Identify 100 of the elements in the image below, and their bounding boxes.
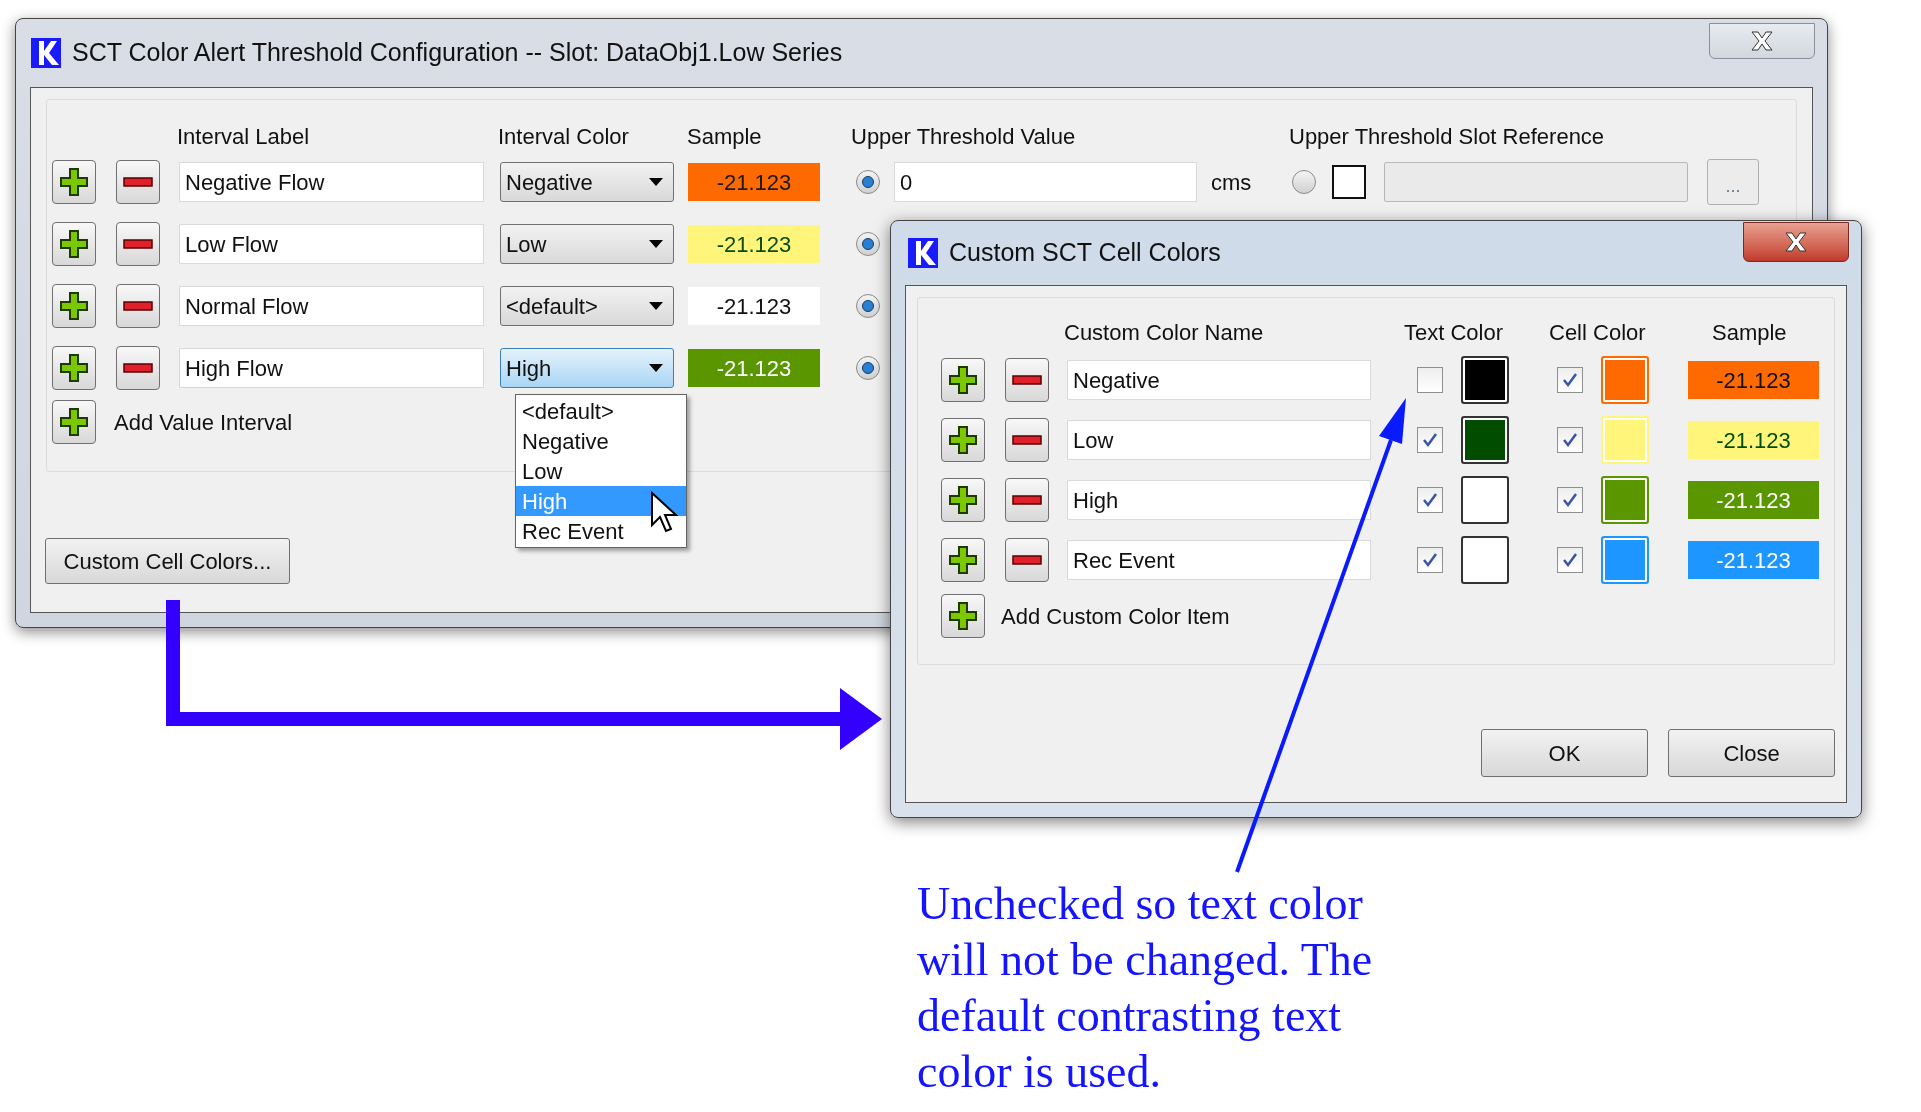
dropdown-option[interactable]: Rec Event bbox=[516, 516, 686, 546]
check-icon bbox=[1561, 551, 1579, 569]
check-icon bbox=[1561, 491, 1579, 509]
dropdown[interactable]: Low bbox=[500, 224, 674, 264]
checkbox[interactable] bbox=[1332, 165, 1366, 199]
slot-field[interactable] bbox=[1384, 162, 1688, 202]
checkbox[interactable] bbox=[1417, 487, 1443, 513]
check-icon bbox=[1421, 431, 1439, 449]
column-header: Sample bbox=[1712, 318, 1788, 347]
text-field[interactable]: Negative bbox=[1067, 360, 1371, 400]
add-button[interactable] bbox=[941, 478, 985, 522]
dropdown[interactable]: Negative bbox=[500, 162, 674, 202]
color-swatch[interactable] bbox=[1461, 476, 1509, 524]
color-swatch[interactable] bbox=[1461, 416, 1509, 464]
browse-button[interactable]: ... bbox=[1707, 159, 1759, 205]
text-field[interactable]: Low bbox=[1067, 420, 1371, 460]
remove-button[interactable] bbox=[116, 346, 160, 390]
color-swatch[interactable] bbox=[1461, 536, 1509, 584]
checkbox[interactable] bbox=[1557, 487, 1583, 513]
remove-button[interactable] bbox=[116, 222, 160, 266]
add-button[interactable] bbox=[52, 160, 96, 204]
custom-cell-colors-button[interactable]: Custom Cell Colors... bbox=[45, 538, 290, 584]
add-item-label: Add Custom Color Item bbox=[1001, 602, 1230, 631]
plus-icon bbox=[59, 167, 89, 197]
color-swatch[interactable] bbox=[1601, 476, 1649, 524]
check-icon bbox=[1421, 491, 1439, 509]
dialog-button[interactable]: Close bbox=[1668, 729, 1835, 777]
radio-button[interactable] bbox=[1292, 170, 1316, 194]
cursor-icon bbox=[650, 491, 678, 535]
dropdown[interactable]: High bbox=[500, 348, 674, 388]
text-field[interactable]: 0 bbox=[894, 162, 1197, 202]
column-header: Interval Color bbox=[498, 122, 630, 151]
dropdown-option[interactable]: Low bbox=[516, 456, 686, 486]
plus-icon bbox=[59, 229, 89, 259]
minus-icon bbox=[1012, 555, 1042, 565]
radio-button[interactable] bbox=[856, 232, 880, 256]
add-button[interactable] bbox=[941, 594, 985, 638]
minus-icon bbox=[123, 177, 153, 187]
remove-button[interactable] bbox=[1005, 538, 1049, 582]
check-icon bbox=[1561, 431, 1579, 449]
color-swatch[interactable] bbox=[1601, 356, 1649, 404]
dropdown[interactable]: <default> bbox=[500, 286, 674, 326]
checkbox[interactable] bbox=[1557, 427, 1583, 453]
close-button[interactable] bbox=[1743, 222, 1849, 262]
checkbox[interactable] bbox=[1557, 547, 1583, 573]
add-button[interactable] bbox=[52, 400, 96, 444]
add-button[interactable] bbox=[52, 346, 96, 390]
caret-icon bbox=[649, 178, 663, 186]
checkbox[interactable] bbox=[1557, 367, 1583, 393]
app-logo-icon bbox=[907, 237, 939, 269]
column-header: Cell Color bbox=[1549, 318, 1647, 347]
remove-button[interactable] bbox=[116, 284, 160, 328]
dropdown-option[interactable]: <default> bbox=[516, 396, 686, 426]
plus-icon bbox=[59, 291, 89, 321]
check-icon bbox=[1421, 551, 1439, 569]
sample-text: -21.123 bbox=[716, 354, 792, 383]
plus-icon bbox=[948, 365, 978, 395]
column-header: Sample bbox=[687, 122, 763, 151]
radio-button[interactable] bbox=[856, 356, 880, 380]
checkbox[interactable] bbox=[1417, 367, 1443, 393]
annotation-text: Unchecked so text color will not be changed. The default contrasting text color is used. bbox=[917, 877, 1373, 1099]
dropdown-option[interactable]: Negative bbox=[516, 426, 686, 456]
sample-cell: -21.123 bbox=[1688, 541, 1819, 579]
app-logo-icon bbox=[30, 37, 62, 69]
text-field[interactable]: High Flow bbox=[179, 348, 484, 388]
check-icon bbox=[1561, 371, 1579, 389]
checkbox[interactable] bbox=[1417, 427, 1443, 453]
minus-icon bbox=[1012, 375, 1042, 385]
sample-cell: -21.123 bbox=[1688, 421, 1819, 459]
window-title: Custom SCT Cell Colors bbox=[949, 237, 1221, 269]
window-title: SCT Color Alert Threshold Configuration -- Slot: DataObj1.Low Series bbox=[72, 37, 843, 69]
add-button[interactable] bbox=[941, 418, 985, 462]
sample-cell: -21.123 bbox=[1688, 361, 1819, 399]
add-button[interactable] bbox=[52, 222, 96, 266]
column-header: Custom Color Name bbox=[1064, 318, 1265, 347]
add-button[interactable] bbox=[52, 284, 96, 328]
checkbox[interactable] bbox=[1417, 547, 1443, 573]
sample-text: -21.123 bbox=[716, 230, 792, 259]
color-swatch[interactable] bbox=[1601, 536, 1649, 584]
close-icon bbox=[1749, 30, 1775, 52]
minus-icon bbox=[123, 239, 153, 249]
dialog-button[interactable]: OK bbox=[1481, 729, 1648, 777]
text-field[interactable]: Negative Flow bbox=[179, 162, 484, 202]
remove-button[interactable] bbox=[1005, 478, 1049, 522]
caret-icon bbox=[649, 364, 663, 372]
remove-button[interactable] bbox=[116, 160, 160, 204]
caret-icon bbox=[649, 240, 663, 248]
text-field[interactable]: Normal Flow bbox=[179, 286, 484, 326]
add-button[interactable] bbox=[941, 538, 985, 582]
remove-button[interactable] bbox=[1005, 358, 1049, 402]
sample-text: -21.123 bbox=[716, 168, 792, 197]
radio-button[interactable] bbox=[856, 294, 880, 318]
add-button[interactable] bbox=[941, 358, 985, 402]
text-field[interactable]: Rec Event bbox=[1067, 540, 1371, 580]
text-field[interactable]: Low Flow bbox=[179, 224, 484, 264]
radio-button[interactable] bbox=[856, 170, 880, 194]
sample-cell: -21.123 bbox=[1688, 481, 1819, 519]
text-field[interactable]: High bbox=[1067, 480, 1371, 520]
remove-button[interactable] bbox=[1005, 418, 1049, 462]
color-swatch[interactable] bbox=[1461, 356, 1509, 404]
